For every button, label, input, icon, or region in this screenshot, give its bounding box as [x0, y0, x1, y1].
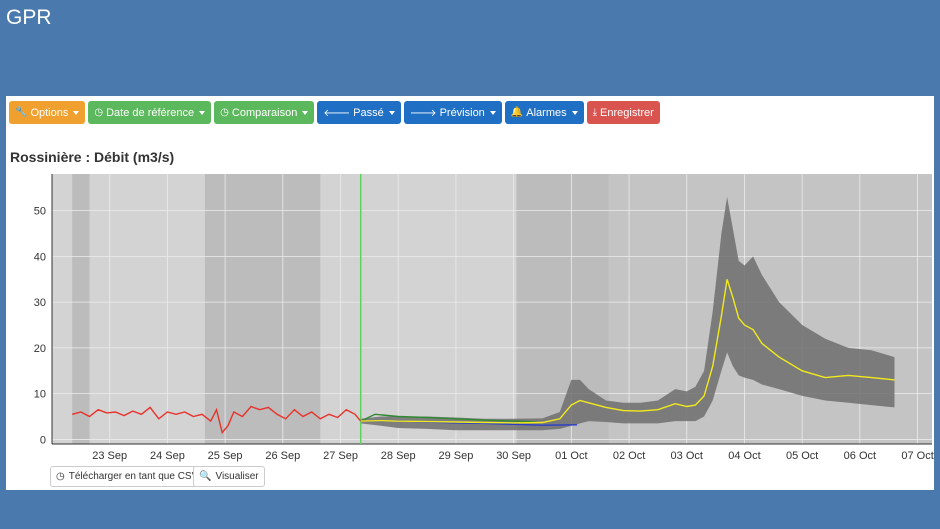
flow-chart: 0 10 20 30 40 50 23 Sep 24 Sep 25 Sep 26 Sep 27 Se…: [34, 174, 934, 462]
alarms-button[interactable]: 🔔 Alarmes: [504, 101, 584, 124]
caret-down-icon: [199, 110, 206, 115]
x-tick-label: 05 Oct: [786, 450, 818, 462]
chart-title: Rossinière : Débit (m3/s): [10, 149, 175, 165]
comparison-label: Comparaison: [231, 106, 298, 119]
download-icon: ⤓: [592, 107, 598, 118]
clock-icon: ◷: [94, 107, 104, 118]
x-tick-label: 23 Sep: [92, 450, 127, 462]
view-button[interactable]: 🔍 Visualiser: [193, 466, 265, 487]
caret-down-icon: [388, 110, 395, 115]
slide-title: GPR: [6, 6, 52, 29]
x-tick-label: 24 Sep: [150, 450, 185, 462]
y-tick-label: 20: [34, 343, 46, 355]
x-tick-label: 26 Sep: [265, 450, 300, 462]
search-icon: 🔍: [199, 471, 212, 482]
view-label: Visualiser: [215, 471, 259, 482]
x-tick-label: 28 Sep: [381, 450, 416, 462]
forecast-button[interactable]: 🡒 Prévision: [403, 101, 502, 124]
y-tick-label: 10: [34, 389, 46, 401]
x-tick-label: 04 Oct: [728, 450, 760, 462]
arrow-left-icon: 🡐: [323, 107, 351, 119]
x-tick-label: 30 Sep: [496, 450, 531, 462]
y-tick-label: 50: [34, 206, 46, 218]
x-tick-label: 27 Sep: [323, 450, 358, 462]
past-label: Passé: [353, 106, 384, 119]
reference-date-button[interactable]: ◷ Date de référence: [88, 101, 212, 124]
toolbar: 🔧 Options ◷ Date de référence ◷ Comparai…: [9, 101, 660, 124]
wrench-icon: 🔧: [15, 107, 28, 118]
x-tick-label: 03 Oct: [671, 450, 703, 462]
caret-down-icon: [489, 110, 496, 115]
caret-down-icon: [302, 110, 309, 115]
clock-icon: ◷: [56, 471, 65, 482]
download-csv-button[interactable]: ◷ Télécharger en tant que CSV: [50, 466, 205, 487]
shaded-region: [72, 174, 90, 444]
comparison-button[interactable]: ◷ Comparaison: [214, 101, 315, 124]
x-tick-label: 02 Oct: [613, 450, 645, 462]
chart-panel: 🔧 Options ◷ Date de référence ◷ Comparai…: [6, 96, 934, 490]
arrow-right-icon: 🡒: [409, 107, 437, 119]
x-tick-label: 06 Oct: [844, 450, 876, 462]
alarms-label: Alarmes: [526, 106, 567, 119]
options-button[interactable]: 🔧 Options: [9, 101, 86, 124]
download-csv-label: Télécharger en tant que CSV: [68, 471, 199, 482]
options-label: Options: [30, 106, 69, 119]
caret-down-icon: [571, 110, 578, 115]
x-tick-label: 29 Sep: [438, 450, 473, 462]
x-tick-label: 07 Oct: [901, 450, 933, 462]
clock-icon: ◷: [220, 107, 229, 118]
reference-date-label: Date de référence: [106, 106, 195, 119]
forecast-label: Prévision: [439, 106, 485, 119]
y-tick-label: 40: [34, 251, 46, 263]
caret-down-icon: [73, 110, 80, 115]
bell-icon: 🔔: [510, 107, 524, 118]
past-button[interactable]: 🡐 Passé: [317, 101, 401, 124]
y-tick-label: 30: [34, 297, 46, 309]
x-tick-label: 01 Oct: [555, 450, 587, 462]
save-button[interactable]: ⤓ Enregistrer: [586, 101, 660, 124]
shaded-region: [204, 174, 321, 444]
x-tick-label: 25 Sep: [208, 450, 243, 462]
y-tick-label: 0: [40, 434, 46, 446]
save-label: Enregistrer: [600, 106, 654, 119]
